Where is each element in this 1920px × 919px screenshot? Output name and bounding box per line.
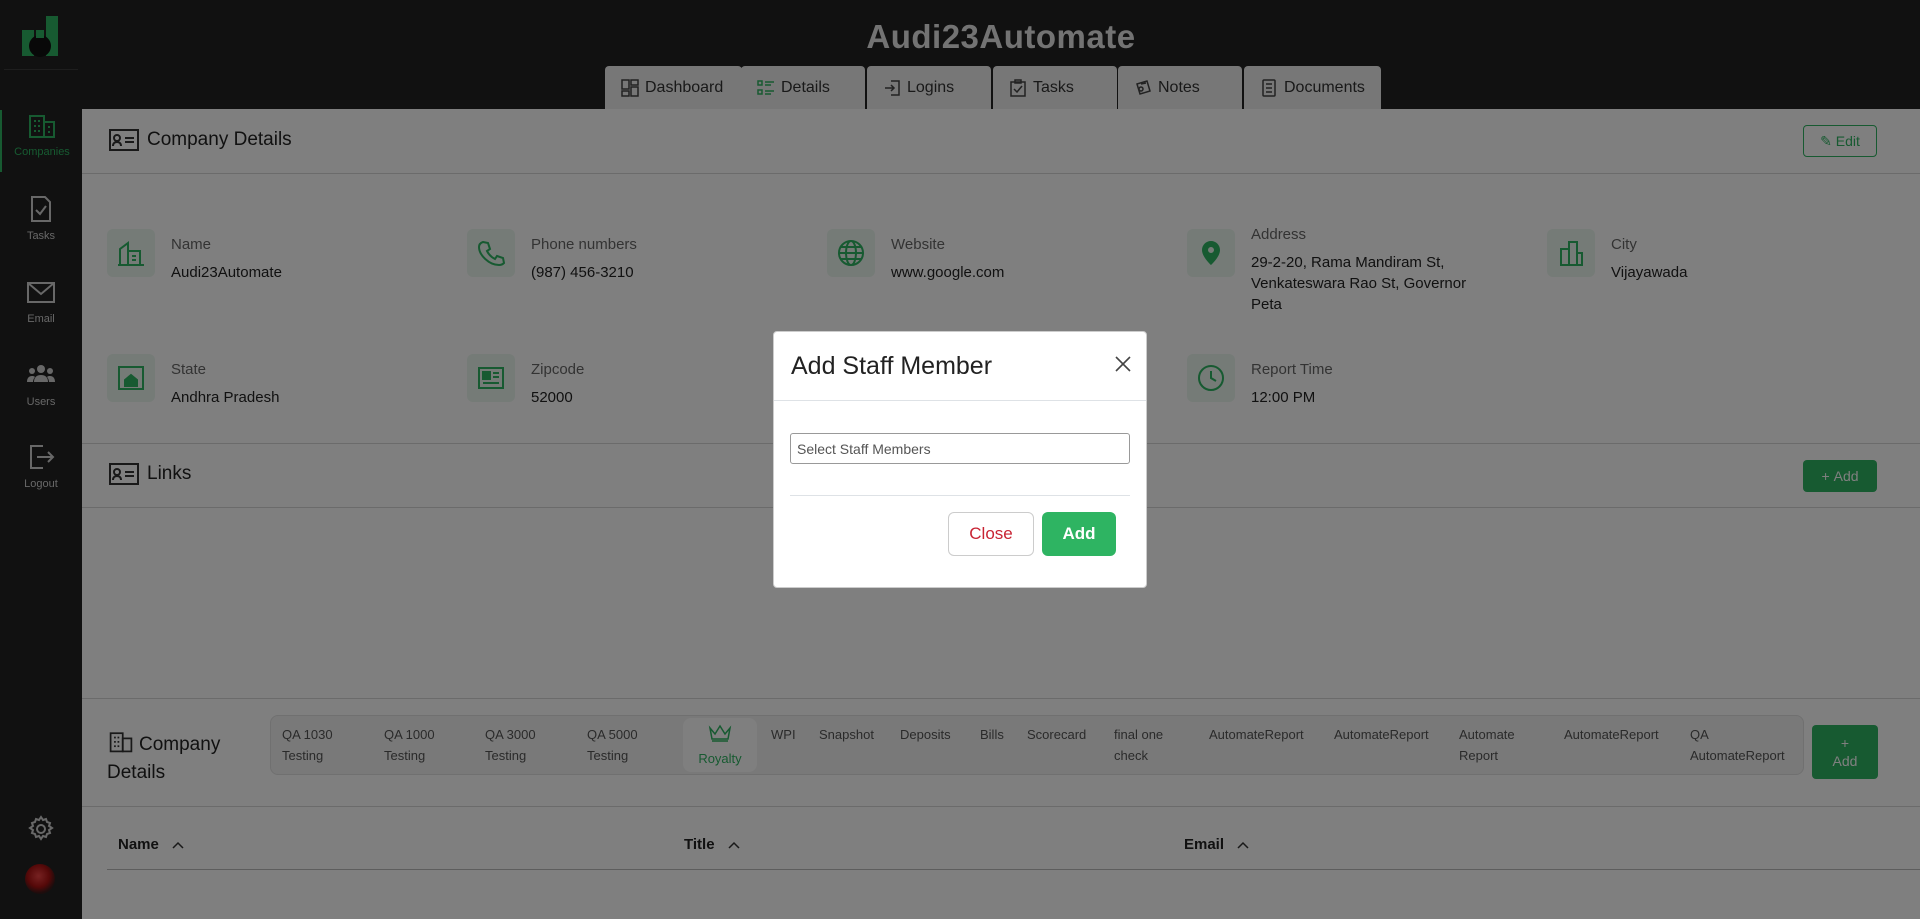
close-button[interactable]: Close — [948, 512, 1034, 556]
add-button[interactable]: Add — [1042, 512, 1116, 556]
modal-footer-divider — [790, 495, 1130, 496]
add-staff-modal: Add Staff Member Close Add — [773, 331, 1147, 588]
close-icon[interactable] — [1113, 354, 1133, 374]
modal-title: Add Staff Member — [791, 352, 993, 380]
modal-header-divider — [774, 400, 1146, 401]
staff-members-select[interactable] — [790, 433, 1130, 464]
